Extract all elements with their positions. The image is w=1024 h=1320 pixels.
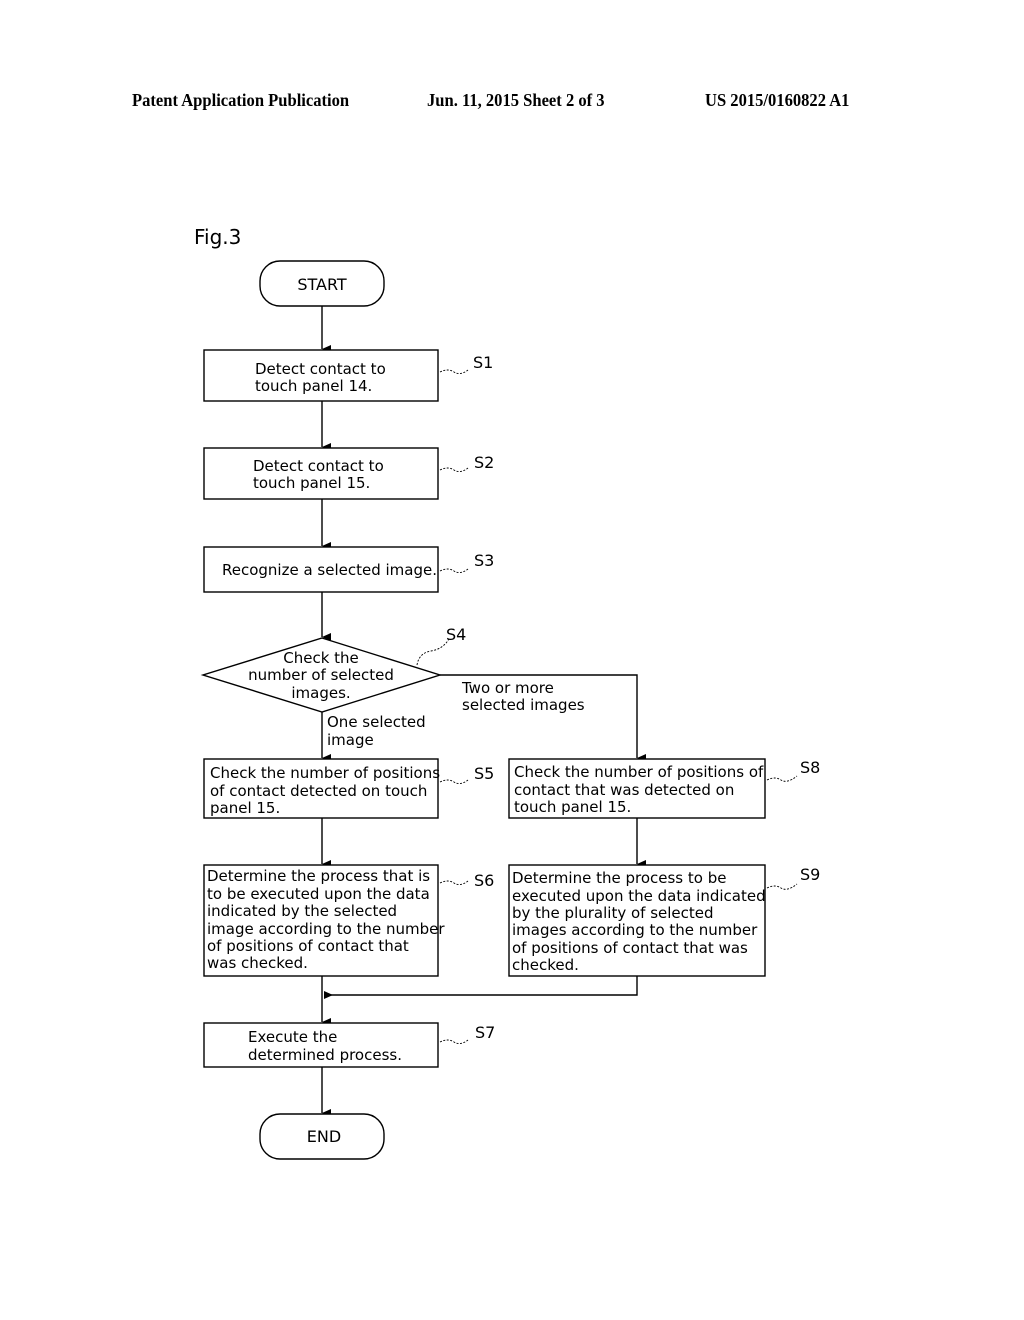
step-s7-line: determined process. bbox=[248, 1046, 402, 1064]
decision-s4-line: Check the bbox=[283, 649, 359, 667]
flowchart: Fig.3 START Detect contact to touch pane… bbox=[194, 225, 820, 1160]
step-s8-line: contact that was detected on bbox=[514, 781, 734, 799]
step-s5-line: panel 15. bbox=[210, 799, 280, 817]
branch-two-label: Two or more bbox=[461, 679, 554, 697]
leader-s7 bbox=[439, 1039, 469, 1045]
step-s5: Check the number of positions of contact… bbox=[203, 758, 494, 819]
step-s8: Check the number of positions of contact… bbox=[508, 758, 820, 819]
step-s9-line: of positions of contact that was bbox=[512, 939, 748, 957]
step-s7-line: Execute the bbox=[248, 1028, 337, 1046]
step-s8-line: Check the number of positions of bbox=[514, 763, 764, 781]
step-s1: Detect contact to touch panel 14. S1 bbox=[203, 349, 493, 402]
step-s5-line: of contact detected on touch bbox=[210, 782, 427, 800]
leader-s1 bbox=[439, 369, 469, 375]
step-s6-line: indicated by the selected bbox=[207, 902, 397, 920]
step-s8-line: touch panel 15. bbox=[514, 798, 631, 816]
leader-s3 bbox=[439, 568, 469, 574]
step-s9-line: images according to the number bbox=[512, 921, 758, 939]
step-s3: Recognize a selected image. S3 bbox=[203, 546, 494, 593]
step-s5-line: Check the number of positions bbox=[210, 764, 440, 782]
step-s9: Determine the process to be executed upo… bbox=[508, 864, 820, 977]
leader-s2 bbox=[439, 467, 469, 473]
decision-s4-line: number of selected bbox=[248, 666, 394, 684]
branch-one-label: image bbox=[327, 731, 374, 749]
end-label: END bbox=[307, 1127, 341, 1146]
step-s6-line: of positions of contact that bbox=[207, 937, 409, 955]
step-s1-id: S1 bbox=[473, 353, 493, 372]
step-s5-id: S5 bbox=[474, 764, 494, 783]
leader-s4 bbox=[416, 638, 450, 666]
step-s6-line: Determine the process that is bbox=[207, 867, 430, 885]
step-s1-line: touch panel 14. bbox=[255, 377, 372, 395]
decision-s4-line: images. bbox=[291, 684, 350, 702]
branch-one-label: One selected bbox=[327, 713, 426, 731]
step-s9-line: executed upon the data indicated bbox=[512, 887, 766, 905]
step-s6: Determine the process that is to be exec… bbox=[203, 864, 494, 977]
step-s6-line: was checked. bbox=[207, 954, 308, 972]
start-terminal: START bbox=[259, 260, 385, 307]
step-s9-line: by the plurality of selected bbox=[512, 904, 714, 922]
figure-label: Fig.3 bbox=[194, 225, 241, 249]
step-s4-id: S4 bbox=[446, 625, 466, 644]
step-s9-id: S9 bbox=[800, 865, 820, 884]
leader-s9 bbox=[766, 883, 798, 890]
connector-s9-merge bbox=[324, 976, 638, 999]
step-s2: Detect contact to touch panel 15. S2 bbox=[203, 447, 494, 500]
step-s6-line: to be executed upon the data bbox=[207, 885, 430, 903]
step-s7: Execute the determined process. S7 bbox=[203, 1022, 495, 1068]
step-s7-id: S7 bbox=[475, 1023, 495, 1042]
step-s1-line: Detect contact to bbox=[255, 360, 386, 378]
leader-s8 bbox=[766, 775, 798, 782]
step-s2-line: touch panel 15. bbox=[253, 474, 370, 492]
step-s2-line: Detect contact to bbox=[253, 457, 384, 475]
step-s3-id: S3 bbox=[474, 551, 494, 570]
step-s3-line: Recognize a selected image. bbox=[222, 561, 437, 579]
step-s8-id: S8 bbox=[800, 758, 820, 777]
leader-s5 bbox=[439, 779, 469, 785]
decision-s4: Check the number of selected images. S4 bbox=[200, 625, 466, 713]
step-s9-line: Determine the process to be bbox=[512, 869, 726, 887]
step-s6-id: S6 bbox=[474, 871, 494, 890]
branch-two-label: selected images bbox=[462, 696, 585, 714]
step-s9-line: checked. bbox=[512, 956, 579, 974]
end-terminal: END bbox=[259, 1113, 385, 1160]
step-s6-line: image according to the number bbox=[207, 920, 445, 938]
leader-s6 bbox=[439, 880, 469, 886]
step-s2-id: S2 bbox=[474, 453, 494, 472]
start-label: START bbox=[297, 275, 347, 294]
